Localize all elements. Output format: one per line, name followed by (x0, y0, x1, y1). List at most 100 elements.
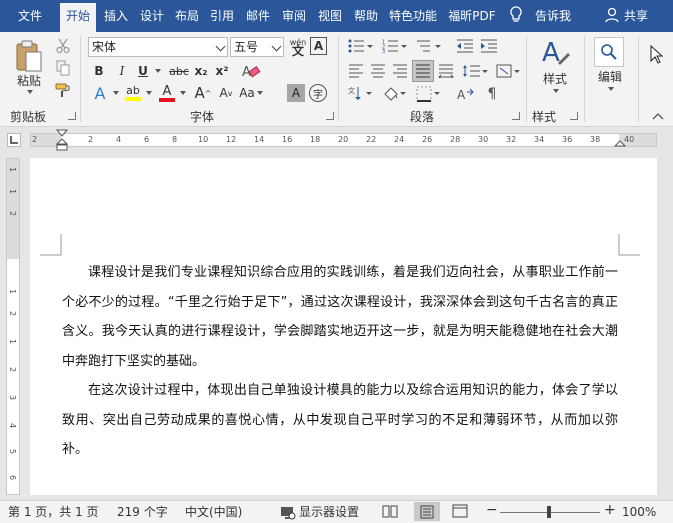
horizontal-ruler[interactable]: 2 2 4 6 8 10 12 14 16 18 20 22 24 26 28 … (30, 129, 657, 151)
align-left-icon[interactable] (346, 61, 366, 81)
format-painter-icon[interactable] (54, 81, 72, 99)
phonetic-guide-button[interactable]: wén 文 (287, 36, 309, 58)
grow-font-button[interactable]: A ^ (192, 83, 214, 103)
vertical-scrollbar[interactable] (657, 158, 673, 495)
font-launcher-icon[interactable] (326, 112, 334, 120)
print-layout-icon[interactable] (414, 502, 440, 521)
indent-markers-icon[interactable] (56, 129, 68, 153)
tell-me-search[interactable]: 告诉我 (535, 5, 571, 27)
tab-file[interactable]: 文件 (10, 5, 50, 27)
borders-icon[interactable] (414, 84, 444, 104)
underline-button[interactable]: U (134, 62, 152, 80)
tab-home[interactable]: 开始 (60, 3, 96, 32)
align-center-icon[interactable] (368, 61, 388, 81)
zoom-in-button[interactable]: + (604, 503, 616, 518)
tab-design[interactable]: 设计 (136, 5, 168, 27)
language-status[interactable]: 中文(中国) (185, 505, 242, 520)
word-count[interactable]: 219 个字 (117, 505, 168, 520)
read-mode-icon[interactable] (382, 504, 398, 522)
char-shading-button[interactable]: A (287, 84, 305, 102)
ruler-tick: 1 (8, 339, 17, 345)
chevron-down-icon (215, 41, 226, 52)
strikethrough-button[interactable]: abc (167, 62, 191, 80)
text-effects-button[interactable]: A (90, 83, 110, 103)
styles-button[interactable]: 样式 (536, 70, 574, 86)
char-border-button[interactable]: A (310, 37, 327, 55)
distributed-icon[interactable] (436, 61, 456, 81)
highlight-dropdown-icon[interactable] (143, 83, 153, 103)
sort-icon[interactable]: 文 (346, 84, 376, 104)
styles-icon[interactable]: A (536, 36, 574, 70)
italic-button[interactable]: I (113, 62, 131, 80)
highlight-color-swatch (125, 97, 141, 101)
document-body[interactable]: 课程设计是我们专业课程知识综合应用的实践训练，着是我们迈向社会，从事职业工作前一… (62, 258, 618, 465)
editing-search-icon[interactable] (594, 37, 624, 67)
zoom-slider-thumb[interactable] (547, 506, 551, 518)
clipboard-launcher-icon[interactable] (68, 112, 76, 120)
numbering-icon[interactable]: 123 (380, 37, 410, 55)
tab-foxit-pdf[interactable]: 福昕PDF (444, 5, 500, 27)
cut-icon[interactable] (54, 37, 72, 55)
font-name-combo[interactable]: 宋体 (88, 37, 228, 57)
subscript-button[interactable]: x₂ (192, 62, 210, 80)
right-indent-marker-icon[interactable] (614, 140, 626, 150)
shrink-font-button[interactable]: Av (216, 83, 236, 103)
styles-dropdown-icon[interactable] (550, 86, 560, 96)
justify-icon[interactable] (412, 60, 434, 82)
tab-insert[interactable]: 插入 (100, 5, 132, 27)
paragraph-launcher-icon[interactable] (512, 112, 520, 120)
editing-button[interactable]: 编辑 (592, 68, 628, 84)
collapse-ribbon-icon[interactable] (650, 110, 666, 122)
tab-special[interactable]: 特色功能 (385, 5, 441, 27)
paste-button[interactable]: 粘贴 (14, 72, 44, 88)
paste-icon[interactable] (12, 38, 44, 74)
change-case-button[interactable]: Aa (238, 83, 264, 103)
font-color-button[interactable]: A (157, 83, 177, 103)
tab-help[interactable]: 帮助 (350, 5, 382, 27)
tab-view[interactable]: 视图 (314, 5, 346, 27)
ruler-tick: 22 (366, 135, 377, 144)
person-icon[interactable] (604, 5, 620, 27)
web-layout-icon[interactable] (452, 504, 468, 522)
tab-references[interactable]: 引用 (206, 5, 238, 27)
show-marks-icon[interactable]: ¶ (481, 84, 503, 104)
paragraph-1[interactable]: 课程设计是我们专业课程知识综合应用的实践训练，着是我们迈向社会，从事职业工作前一… (62, 258, 618, 376)
font-color-dropdown-icon[interactable] (177, 83, 187, 103)
bold-button[interactable]: B (90, 62, 108, 80)
paste-dropdown-icon[interactable] (24, 88, 34, 96)
chinese-layout-icon[interactable] (494, 61, 524, 81)
enclose-characters-button[interactable]: 字 (309, 84, 327, 102)
copy-icon[interactable] (54, 59, 72, 77)
highlight-button[interactable]: ab (123, 83, 143, 103)
shading-icon[interactable] (380, 84, 410, 104)
share-button[interactable]: 共享 (624, 5, 648, 27)
multilevel-list-icon[interactable] (414, 37, 444, 55)
tab-mailings[interactable]: 邮件 (242, 5, 274, 27)
font-size-combo[interactable]: 五号 (230, 37, 284, 57)
bullets-icon[interactable] (346, 37, 376, 55)
editing-dropdown-icon[interactable] (605, 84, 615, 94)
ruler-tick: 36 (562, 135, 573, 144)
document-page[interactable]: 课程设计是我们专业课程知识综合应用的实践训练，着是我们迈向社会，从事职业工作前一… (30, 158, 657, 495)
underline-dropdown-icon[interactable] (152, 62, 162, 80)
tab-selector-icon[interactable] (7, 133, 21, 147)
tab-layout[interactable]: 布局 (172, 5, 202, 27)
ruler-tick: 16 (282, 135, 293, 144)
align-right-icon[interactable] (390, 61, 410, 81)
paragraph-2[interactable]: 在这次设计过程中，体现出自己单独设计模具的能力以及综合运用知识的能力，体会了学以… (62, 376, 618, 465)
tab-review[interactable]: 审阅 (278, 5, 310, 27)
page-count[interactable]: 第 1 页，共 1 页 (8, 505, 99, 520)
increase-indent-icon[interactable] (479, 37, 499, 55)
asian-typography-icon[interactable]: A (455, 84, 477, 104)
vertical-ruler[interactable]: 1 1 2 1 2 1 2 3 4 5 6 (6, 158, 20, 495)
superscript-button[interactable]: x² (213, 62, 231, 80)
display-settings-button[interactable]: 显示器设置 (280, 505, 359, 520)
decrease-indent-icon[interactable] (455, 37, 475, 55)
zoom-level[interactable]: 100% (622, 505, 656, 520)
line-spacing-icon[interactable] (460, 61, 490, 81)
lightbulb-icon[interactable] (508, 5, 524, 27)
text-effects-dropdown-icon[interactable] (110, 83, 120, 103)
styles-launcher-icon[interactable] (570, 112, 578, 120)
clear-formatting-icon[interactable]: A (240, 61, 262, 81)
zoom-out-button[interactable]: − (486, 503, 498, 518)
